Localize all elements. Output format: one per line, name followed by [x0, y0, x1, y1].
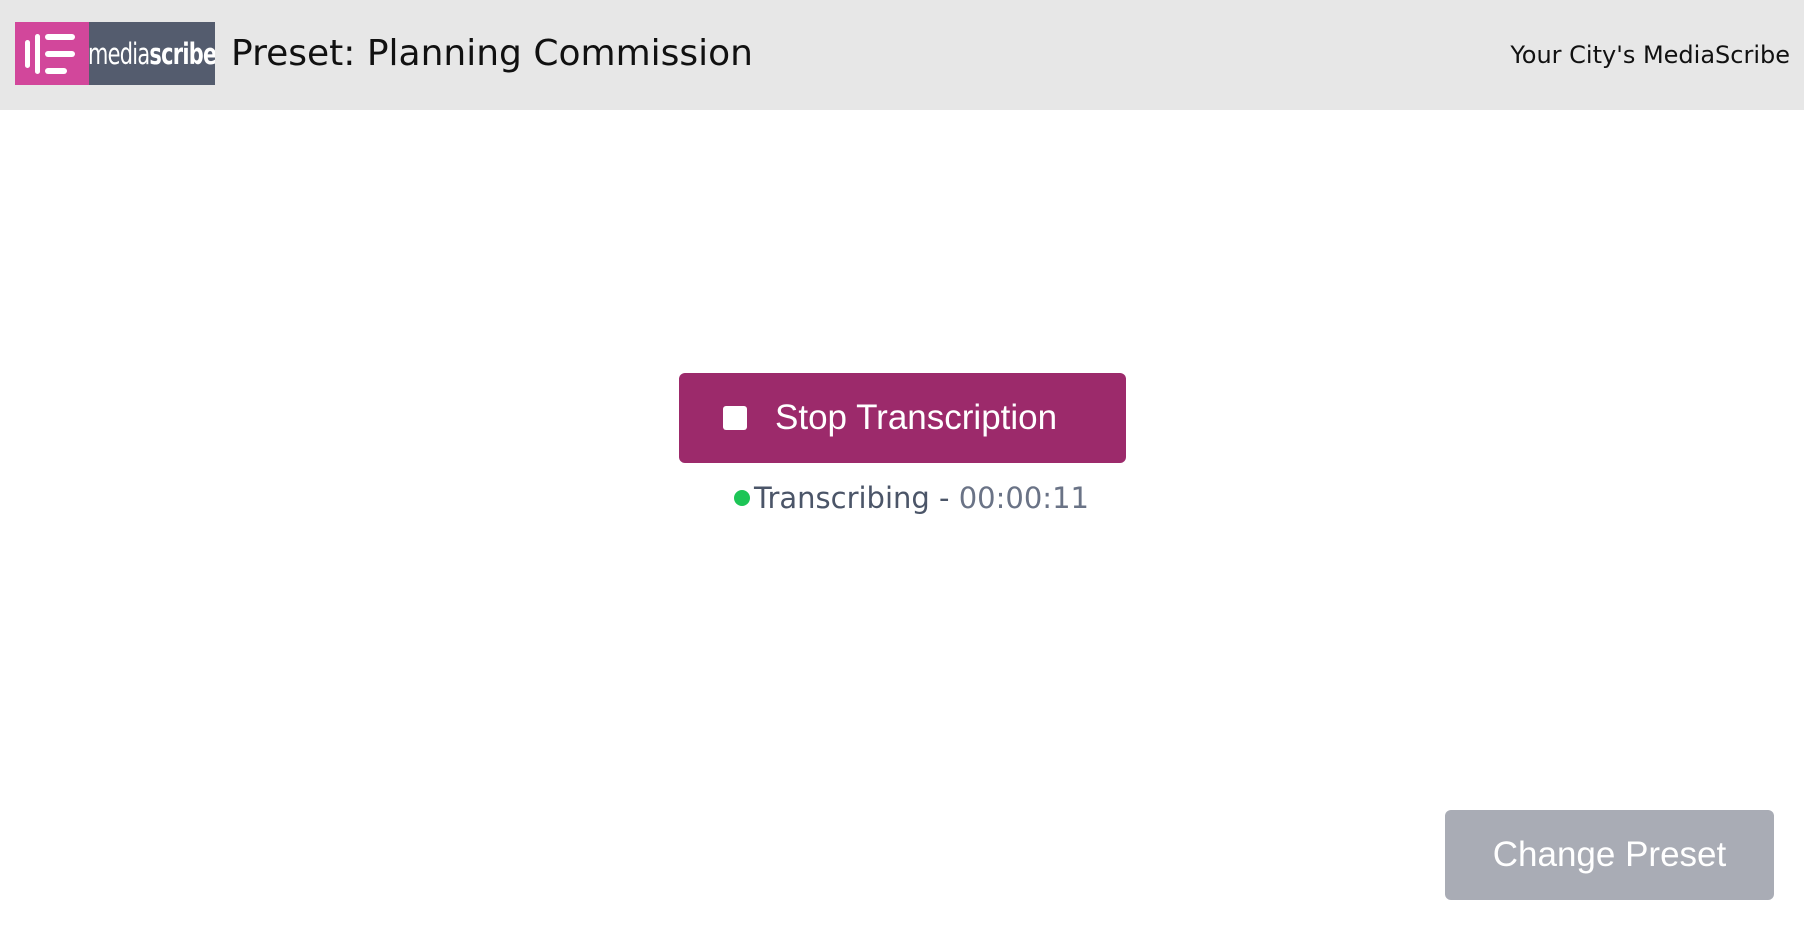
- status-label: Transcribing: [754, 481, 930, 515]
- change-preset-label: Change Preset: [1492, 835, 1727, 874]
- page-title: Preset: Planning Commission: [231, 33, 753, 74]
- stop-square-icon: [723, 406, 747, 430]
- city-label: Your City's MediaScribe: [1510, 41, 1790, 69]
- status-separator: -: [930, 481, 959, 515]
- app-header: mediascribe Preset: Planning Commission …: [0, 0, 1804, 110]
- transcription-status: Transcribing - 00:00:11: [734, 478, 1089, 518]
- change-preset-button[interactable]: Change Preset: [1445, 810, 1774, 900]
- mediascribe-logo[interactable]: mediascribe: [15, 22, 215, 85]
- logo-wordmark-bold: scribe: [149, 36, 215, 71]
- elapsed-time: 00:00:11: [958, 481, 1089, 515]
- logo-mark-icon: [15, 22, 89, 85]
- logo-wordmark: mediascribe: [89, 22, 215, 85]
- stop-transcription-button[interactable]: Stop Transcription: [679, 373, 1126, 463]
- recording-indicator-icon: [734, 490, 750, 506]
- logo-wordmark-light: media: [89, 36, 150, 71]
- stop-transcription-label: Stop Transcription: [775, 398, 1058, 437]
- status-separator-text: -: [939, 481, 950, 515]
